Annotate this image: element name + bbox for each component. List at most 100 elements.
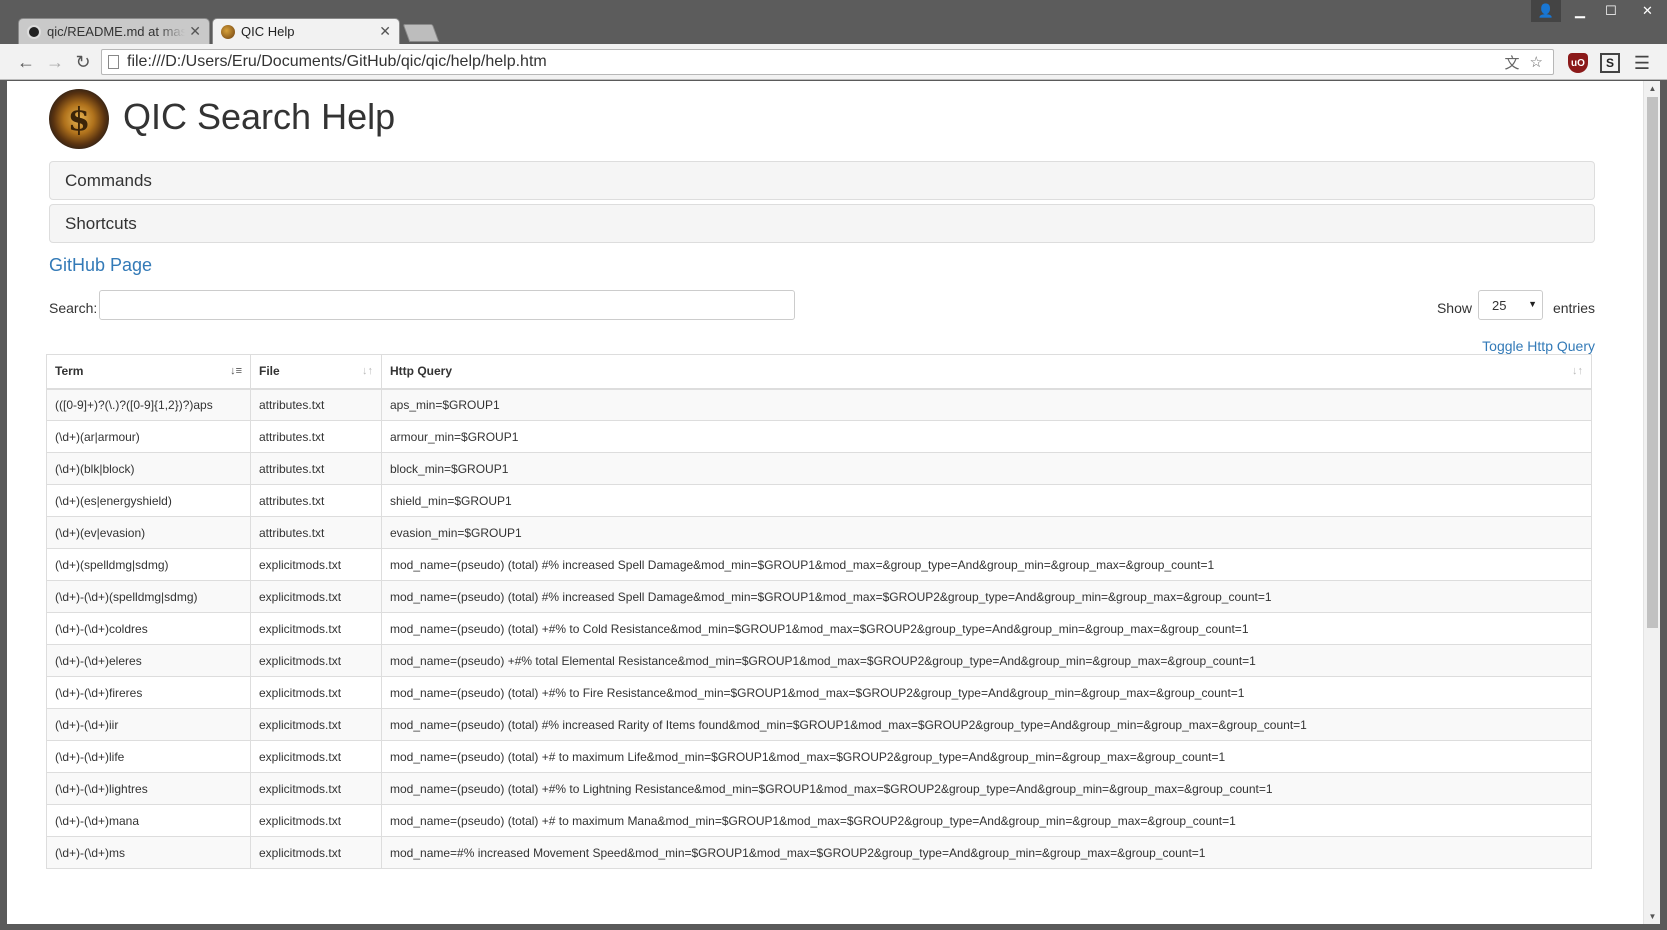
vertical-scrollbar[interactable]: ▲ ▼ xyxy=(1643,81,1660,924)
scroll-up-icon[interactable]: ▲ xyxy=(1644,81,1660,96)
github-icon xyxy=(27,24,41,39)
cell-term: (\d+)(ar|armour) xyxy=(46,420,251,453)
table-row[interactable]: (\d+)-(\d+)eleres explicitmods.txt mod_nam… xyxy=(46,644,1592,677)
table-controls: Search: Show 25 ▼ entries Toggle Http Qu… xyxy=(49,290,1595,354)
table-row[interactable]: (([0-9]+)?(\.)?([0-9]{1,2})?)aps attribut… xyxy=(46,388,1592,421)
cell-file: attributes.txt xyxy=(250,388,382,421)
chevron-down-icon: ▼ xyxy=(1528,299,1537,309)
column-header-file[interactable]: File ↓↑ xyxy=(250,354,382,390)
scroll-down-icon[interactable]: ▼ xyxy=(1644,909,1660,924)
panel-shortcuts[interactable]: Shortcuts xyxy=(49,204,1595,243)
cell-http-query: mod_name=(pseudo) (total) #% increased S… xyxy=(381,548,1592,581)
table-row[interactable]: (\d+)(blk|block) attributes.txt block_min=… xyxy=(46,452,1592,485)
github-page-link[interactable]: GitHub Page xyxy=(49,255,1595,276)
cell-file: attributes.txt xyxy=(250,452,382,485)
cell-http-query: evasion_min=$GROUP1 xyxy=(381,516,1592,549)
column-header-term[interactable]: Term ↓≡ xyxy=(46,354,251,390)
cell-file: explicitmods.txt xyxy=(250,644,382,677)
forward-button[interactable]: → xyxy=(44,51,66,73)
page-content: $ QIC Search Help Commands Shortcuts Git… xyxy=(49,81,1595,354)
panel-commands[interactable]: Commands xyxy=(49,161,1595,200)
s-extension-icon[interactable]: S xyxy=(1600,53,1620,73)
close-window-button[interactable]: ✕ xyxy=(1628,0,1667,22)
cell-file: explicitmods.txt xyxy=(250,548,382,581)
cell-term: (\d+)(es|energyshield) xyxy=(46,484,251,517)
user-profile-icon[interactable]: 👤 xyxy=(1531,0,1561,22)
cell-http-query: mod_name=(pseudo) (total) #% increased S… xyxy=(381,580,1592,613)
cell-term: (\d+)(ev|evasion) xyxy=(46,516,251,549)
cell-file: explicitmods.txt xyxy=(250,740,382,773)
page-header: $ QIC Search Help xyxy=(49,81,1595,156)
cell-file: explicitmods.txt xyxy=(250,772,382,805)
cell-http-query: mod_name=(pseudo) (total) +#% to Lightni… xyxy=(381,772,1592,805)
cell-http-query: mod_name=#% increased Movement Speed&mod… xyxy=(381,836,1592,869)
back-button[interactable]: ← xyxy=(15,51,37,73)
cell-http-query: mod_name=(pseudo) (total) +# to maximum … xyxy=(381,804,1592,837)
tab-label: QIC Help xyxy=(241,24,295,39)
table-row[interactable]: (\d+)(ar|armour) attributes.txt armour_min… xyxy=(46,420,1592,453)
address-bar[interactable]: file:///D:/Users/Eru/Documents/GitHub/qi… xyxy=(101,49,1554,75)
minimize-button[interactable]: ▁ xyxy=(1565,0,1595,22)
cell-http-query: mod_name=(pseudo) (total) +#% to Cold Re… xyxy=(381,612,1592,645)
cell-http-query: aps_min=$GROUP1 xyxy=(381,388,1592,421)
table-row[interactable]: (\d+)-(\d+)life explicitmods.txt mod_name=… xyxy=(46,740,1592,773)
page-viewport: $ QIC Search Help Commands Shortcuts Git… xyxy=(7,81,1660,924)
cell-term: (([0-9]+)?(\.)?([0-9]{1,2})?)aps xyxy=(46,388,251,421)
cell-file: explicitmods.txt xyxy=(250,676,382,709)
table-row[interactable]: (\d+)(es|energyshield) attributes.txt shie… xyxy=(46,484,1592,517)
tab-close-icon[interactable]: ✕ xyxy=(379,23,391,40)
cell-file: attributes.txt xyxy=(250,420,382,453)
entries-label: entries xyxy=(1552,300,1595,316)
table-row[interactable]: (\d+)(spelldmg|sdmg) explicitmods.txt mod_… xyxy=(46,548,1592,581)
table-row[interactable]: (\d+)-(\d+)fireres explicitmods.txt mod_na… xyxy=(46,676,1592,709)
cell-http-query: mod_name=(pseudo) (total) #% increased R… xyxy=(381,708,1592,741)
table-row[interactable]: (\d+)-(\d+)ms explicitmods.txt mod_name=#%… xyxy=(46,836,1592,869)
sort-ascending-icon[interactable]: ↓≡ xyxy=(230,365,242,377)
cell-file: explicitmods.txt xyxy=(250,612,382,645)
cell-http-query: shield_min=$GROUP1 xyxy=(381,484,1592,517)
ublock-extension-icon[interactable]: uO xyxy=(1568,53,1588,73)
bookmark-star-icon[interactable]: ☆ xyxy=(1530,53,1543,71)
cell-term: (\d+)-(\d+)iir xyxy=(46,708,251,741)
tab-github-readme[interactable]: qic/README.md at master ✕ xyxy=(18,18,210,44)
maximize-button[interactable]: ☐ xyxy=(1596,0,1626,22)
help-table: Term ↓≡ File ↓↑ Http Query ↓↑ (([0-9]+)?… xyxy=(46,354,1592,869)
qic-favicon-icon xyxy=(221,24,235,39)
sort-icon[interactable]: ↓↑ xyxy=(1572,365,1583,377)
tab-qic-help[interactable]: QIC Help ✕ xyxy=(212,18,400,44)
search-label: Search: xyxy=(49,300,98,316)
cell-term: (\d+)-(\d+)life xyxy=(46,740,251,773)
cell-term: (\d+)-(\d+)lightres xyxy=(46,772,251,805)
sort-icon[interactable]: ↓↑ xyxy=(362,365,373,377)
cell-term: (\d+)-(\d+)ms xyxy=(46,836,251,869)
table-row[interactable]: (\d+)-(\d+)coldres explicitmods.txt mod_na… xyxy=(46,612,1592,645)
qic-logo: $ xyxy=(49,89,109,149)
toggle-http-query-link[interactable]: Toggle Http Query xyxy=(1482,338,1595,354)
page-title: QIC Search Help xyxy=(123,96,396,137)
table-row[interactable]: (\d+)-(\d+)(spelldmg|sdmg) explicitmods.t… xyxy=(46,580,1592,613)
cell-http-query: mod_name=(pseudo) (total) +# to maximum … xyxy=(381,740,1592,773)
table-row[interactable]: (\d+)(ev|evasion) attributes.txt evasion_m… xyxy=(46,516,1592,549)
table-row[interactable]: (\d+)-(\d+)lightres explicitmods.txt mod_n… xyxy=(46,772,1592,805)
table-row[interactable]: (\d+)-(\d+)mana explicitmods.txt mod_name=… xyxy=(46,804,1592,837)
entries-select[interactable]: 25 ▼ xyxy=(1478,290,1543,320)
search-input[interactable] xyxy=(99,290,795,320)
cell-http-query: mod_name=(pseudo) +#% total Elemental Re… xyxy=(381,644,1592,677)
address-url[interactable]: file:///D:/Users/Eru/Documents/GitHub/qi… xyxy=(127,53,1505,71)
cell-file: attributes.txt xyxy=(250,484,382,517)
tab-label: qic/README.md at master xyxy=(47,24,186,39)
translate-icon[interactable]: 文 xyxy=(1505,52,1520,73)
tab-close-icon[interactable]: ✕ xyxy=(189,23,201,40)
browser-menu-icon[interactable]: ☰ xyxy=(1632,53,1652,73)
table-row[interactable]: (\d+)-(\d+)iir explicitmods.txt mod_name=(… xyxy=(46,708,1592,741)
column-header-label: Term xyxy=(55,364,84,379)
column-header-http-query[interactable]: Http Query ↓↑ xyxy=(381,354,1592,390)
cell-http-query: block_min=$GROUP1 xyxy=(381,452,1592,485)
column-header-label: File xyxy=(259,364,280,379)
cell-http-query: armour_min=$GROUP1 xyxy=(381,420,1592,453)
reload-button[interactable]: ↻ xyxy=(72,51,94,73)
cell-file: explicitmods.txt xyxy=(250,580,382,613)
cell-file: explicitmods.txt xyxy=(250,836,382,869)
new-tab-button[interactable] xyxy=(402,24,440,42)
scrollbar-thumb[interactable] xyxy=(1647,97,1658,628)
